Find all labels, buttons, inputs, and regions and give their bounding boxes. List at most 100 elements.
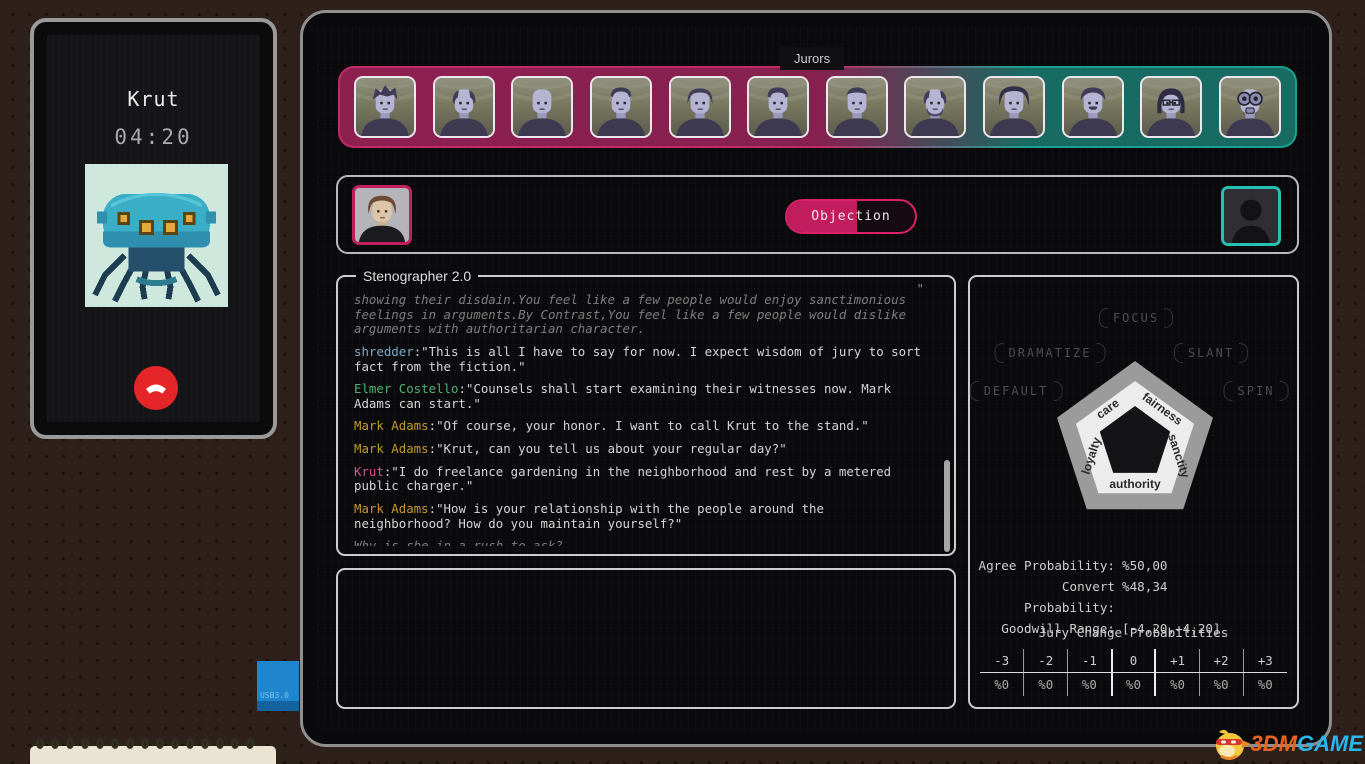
notebook-ring <box>186 738 194 749</box>
attorney-portrait-image <box>355 188 409 242</box>
transcript-speech: Mark Adams:"How is your relationship wit… <box>354 500 824 531</box>
notebook-ring <box>141 738 149 749</box>
jury-delta-header: 0 <box>1110 649 1157 673</box>
stenographer-panel: Stenographer 2.0 " showing their disdain… <box>336 268 956 556</box>
speaker-name: shredder <box>354 343 414 359</box>
silhouette-image <box>1224 189 1278 243</box>
notebook-ring <box>126 738 134 749</box>
notebook-rings <box>36 738 254 749</box>
stat-label: Agree Probability: <box>978 558 1115 573</box>
moral-pentagon-chart: care fairness loyalty sanctity authority <box>1057 361 1213 510</box>
jury-delta-header: +2 <box>1199 649 1244 673</box>
courtroom-console: Jurors Objection Stenographer 2.0 " show… <box>300 10 1332 747</box>
stat-row: Convert Probability: %48,34 <box>970 576 1297 618</box>
jurors-row <box>340 68 1295 146</box>
jury-delta-header: -3 <box>980 649 1025 673</box>
chick-mascot-icon <box>1215 729 1251 760</box>
jury-delta-header: -2 <box>1023 649 1069 673</box>
jury-change-title: Jury Change Probabilities <box>1038 625 1229 640</box>
debate-bar: Objection <box>336 175 1299 254</box>
jury-delta-value: %0 <box>1199 672 1244 696</box>
notebook-ring <box>36 738 44 749</box>
moral-pentagon: care fairness loyalty sanctity authority <box>1025 349 1245 545</box>
stat-value: %50,00 <box>1122 558 1168 573</box>
call-timer: 04:20 <box>114 125 193 149</box>
juror-portrait-12[interactable] <box>1218 76 1281 138</box>
speaker-name: Elmer Costello <box>354 381 459 397</box>
juror-portrait-6[interactable] <box>747 76 810 138</box>
stat-label: Convert Probability: <box>1024 579 1115 615</box>
transcript-scrollbar[interactable] <box>944 460 950 552</box>
notebook-ring <box>111 738 119 749</box>
juror-portrait-1[interactable] <box>354 76 416 138</box>
juror-portrait-8[interactable] <box>904 76 967 138</box>
stenographer-title: Stenographer 2.0 <box>356 268 479 284</box>
phone-screen: Krut 04:20 <box>47 35 260 422</box>
juror-portrait-2[interactable] <box>432 76 495 138</box>
notebook-ring <box>171 738 179 749</box>
juror-portrait-3[interactable] <box>511 76 574 138</box>
juror-portrait-7[interactable] <box>825 76 888 138</box>
jurors-tab-label: Jurors <box>780 47 845 70</box>
usb-cap <box>257 701 299 711</box>
usb-label: USB3.0 <box>260 691 289 700</box>
notebook-ring <box>246 738 254 749</box>
jury-delta-value: %0 <box>1023 672 1069 696</box>
usb-stick[interactable]: USB3.0 <box>257 661 299 711</box>
input-panel <box>336 568 956 709</box>
juror-portrait-9[interactable] <box>983 76 1045 138</box>
attorney-avatar <box>352 185 412 245</box>
jury-delta-header: -1 <box>1067 649 1113 673</box>
jury-delta-header: +1 <box>1155 649 1200 673</box>
jury-delta-value: %0 <box>1110 672 1157 696</box>
juror-portrait-5[interactable] <box>668 76 731 138</box>
objection-label: Objection <box>811 209 891 224</box>
jury-delta-value: %0 <box>1067 672 1113 696</box>
notebook-ring <box>96 738 104 749</box>
notebook-ring <box>216 738 224 749</box>
transcript-narration: Why is she in a rush to ask? <box>354 538 563 546</box>
jury-delta-header: +3 <box>1243 649 1287 673</box>
watermark-game: GAME <box>1297 731 1363 756</box>
stat-value: %48,34 <box>1122 579 1168 594</box>
speaker-name: Mark Adams <box>354 441 429 456</box>
juror-portrait-10[interactable] <box>1061 76 1124 138</box>
transcript-speech: Krut:"I do freelance gardening in the ne… <box>354 463 892 494</box>
transcript-speech: Elmer Costello:"Counsels shall start exa… <box>354 381 892 411</box>
pentagon-label-authority: authority <box>1109 477 1161 491</box>
notebook-ring <box>81 738 89 749</box>
crab-robot-image <box>85 164 228 307</box>
argument-analysis-panel: FOCUS DRAMATIZE SLANT DEFAULT SPIN care … <box>968 275 1299 709</box>
spiral-notebook[interactable] <box>30 738 276 764</box>
juror-portrait-4[interactable] <box>589 76 652 138</box>
jury-change-table: -3 -2 -1 0 +1 +2 +3 %0 %0 %0 %0 %0 %0 %0 <box>980 649 1287 696</box>
notebook-ring <box>201 738 209 749</box>
jury-delta-value: %0 <box>1257 677 1273 692</box>
phone-hangup-icon <box>146 384 166 394</box>
transcript-narration: showing their disdain.You feel like a fe… <box>354 293 907 337</box>
speaker-name: Mark Adams <box>354 500 429 516</box>
hangup-button[interactable] <box>134 366 178 410</box>
juror-portrait-11[interactable] <box>1140 76 1203 138</box>
caller-portrait-crab <box>85 164 228 308</box>
caller-name: Krut <box>127 87 180 111</box>
notebook-ring <box>156 738 164 749</box>
speaker-name: Mark Adams <box>354 418 429 434</box>
witness-avatar-silhouette <box>1221 186 1281 246</box>
tactic-focus[interactable]: FOCUS <box>1098 308 1174 328</box>
jury-delta-value: %0 <box>1155 672 1200 696</box>
stat-row: Agree Probability: %50,00 <box>970 555 1297 576</box>
phone-call-window: Krut 04:20 <box>30 18 277 439</box>
watermark-3dm: 3DM <box>1250 731 1297 756</box>
notebook-ring <box>66 738 74 749</box>
jury-delta-value: %0 <box>980 672 1025 696</box>
3dmgame-watermark: 3DM GAME <box>1213 726 1363 762</box>
transcript-speech: Mark Adams:"Of course, your honor. I wan… <box>354 418 869 434</box>
objection-button[interactable]: Objection <box>785 199 917 234</box>
speaker-name: Krut <box>354 463 384 479</box>
transcript-speech: Mark Adams:"Krut, can you tell us about … <box>354 441 787 456</box>
jurors-bar <box>338 66 1297 148</box>
transcript-speech: shredder:"This is all I have to say for … <box>354 343 921 374</box>
notebook-ring <box>231 738 239 749</box>
transcript: showing their disdain.You feel like a fe… <box>354 293 928 546</box>
